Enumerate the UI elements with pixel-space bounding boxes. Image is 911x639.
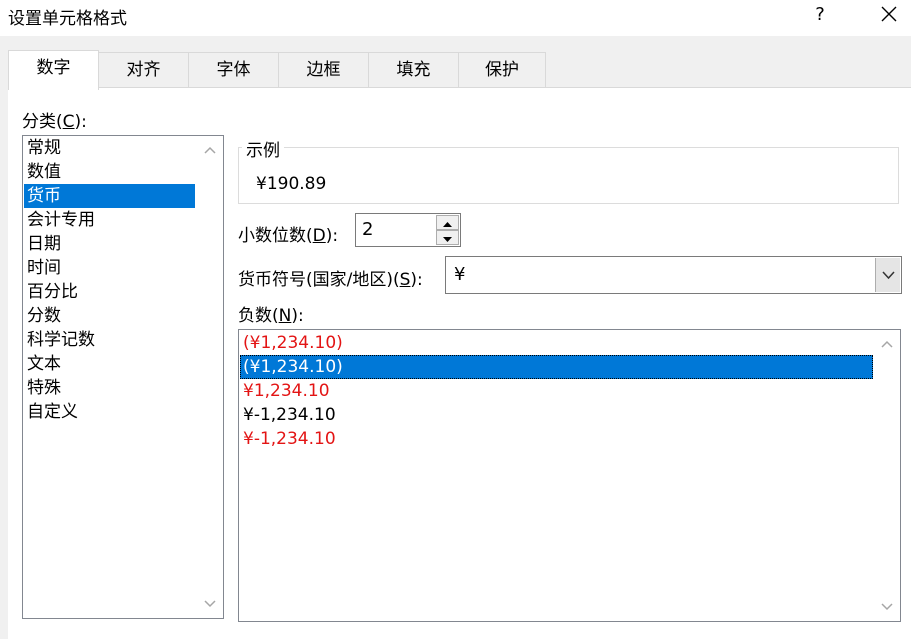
- number-tab-panel: 分类(C): 常规 数值 货币 会计专用 日期 时间 百分比 分数 科学记数 文…: [8, 87, 911, 639]
- category-item-date[interactable]: 日期: [24, 232, 195, 256]
- dialog-body: 数字 对齐 字体 边框 填充 保护 分类(C): 常规 数值 货币 会计专用 日…: [0, 36, 911, 639]
- category-item-time[interactable]: 时间: [24, 256, 195, 280]
- close-button[interactable]: [866, 0, 910, 30]
- tab-alignment[interactable]: 对齐: [98, 52, 189, 88]
- category-item-special[interactable]: 特殊: [24, 376, 195, 400]
- category-item-scientific[interactable]: 科学记数: [24, 328, 195, 352]
- category-item-currency[interactable]: 货币: [24, 184, 195, 208]
- category-item-custom[interactable]: 自定义: [24, 400, 195, 424]
- negative-option[interactable]: (¥1,234.10): [240, 355, 873, 379]
- tab-font[interactable]: 字体: [188, 52, 279, 88]
- negative-list-scrollbar[interactable]: [874, 330, 900, 621]
- category-item-text[interactable]: 文本: [24, 352, 195, 376]
- dialog-title: 设置单元格格式: [8, 9, 127, 29]
- category-item-general[interactable]: 常规: [24, 136, 195, 160]
- scroll-down-icon[interactable]: [881, 603, 893, 611]
- spin-up-button[interactable]: [436, 215, 459, 230]
- category-item-fraction[interactable]: 分数: [24, 304, 195, 328]
- currency-dropdown-button[interactable]: [875, 258, 900, 292]
- tab-border[interactable]: 边框: [278, 52, 369, 88]
- negative-numbers-list[interactable]: (¥1,234.10) (¥1,234.10) ¥1,234.10 ¥-1,23…: [238, 329, 901, 622]
- negative-numbers-label: 负数(N):: [238, 306, 304, 326]
- help-button[interactable]: ?: [800, 2, 840, 30]
- close-icon: [881, 6, 897, 22]
- spin-down-button[interactable]: [436, 230, 459, 245]
- tab-number[interactable]: 数字: [8, 50, 99, 90]
- negative-option[interactable]: ¥-1,234.10: [240, 427, 873, 451]
- currency-symbol-select[interactable]: ¥: [445, 256, 902, 294]
- sample-value: ¥190.89: [256, 174, 327, 194]
- category-scrollbar[interactable]: [197, 136, 223, 618]
- sample-group: [238, 147, 899, 204]
- scroll-up-icon[interactable]: [881, 340, 893, 348]
- decimal-places-value: 2: [362, 219, 374, 240]
- currency-symbol-label: 货币符号(国家/地区)(S):: [238, 270, 423, 290]
- scroll-down-icon[interactable]: [204, 600, 216, 608]
- negative-option[interactable]: ¥-1,234.10: [240, 403, 873, 427]
- currency-symbol-value: ¥: [454, 264, 466, 285]
- title-bar: 设置单元格格式 ?: [0, 0, 911, 36]
- category-item-number[interactable]: 数值: [24, 160, 195, 184]
- decimal-places-label: 小数位数(D):: [238, 226, 339, 246]
- spin-down-icon: [443, 237, 452, 242]
- negative-option[interactable]: ¥1,234.10: [240, 379, 873, 403]
- category-list[interactable]: 常规 数值 货币 会计专用 日期 时间 百分比 分数 科学记数 文本 特殊 自定…: [22, 135, 224, 619]
- decimal-places-input[interactable]: 2: [355, 213, 461, 247]
- category-label: 分类(C):: [22, 112, 87, 132]
- tab-fill[interactable]: 填充: [368, 52, 459, 88]
- category-item-percentage[interactable]: 百分比: [24, 280, 195, 304]
- negative-option[interactable]: (¥1,234.10): [240, 331, 873, 355]
- category-item-accounting[interactable]: 会计专用: [24, 208, 195, 232]
- scroll-up-icon[interactable]: [204, 146, 216, 154]
- sample-legend: 示例: [242, 136, 284, 161]
- chevron-down-icon: [882, 271, 895, 280]
- tab-protection[interactable]: 保护: [458, 52, 546, 88]
